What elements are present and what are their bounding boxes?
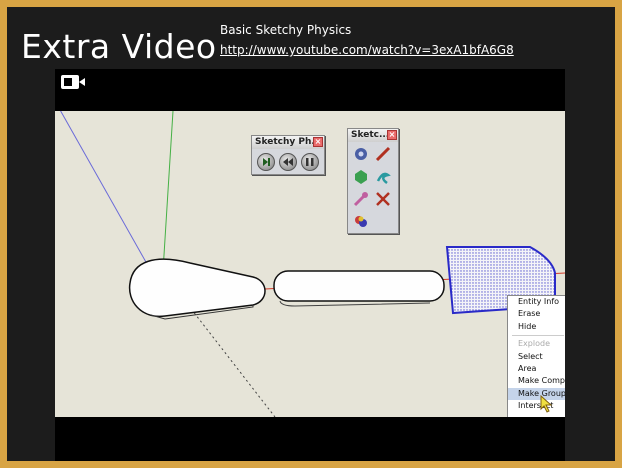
piston-icon[interactable] xyxy=(375,146,391,162)
menu-item-make-component[interactable]: Make Compone xyxy=(508,375,565,387)
dotted-axis xyxy=(184,300,276,417)
rewind-icon xyxy=(283,158,293,166)
context-menu: Entity Info Erase Hide Explode Select Ar… xyxy=(507,295,565,417)
close-icon[interactable]: × xyxy=(387,130,397,140)
slide-title: Extra Video xyxy=(21,27,217,66)
play-pause-button[interactable] xyxy=(257,153,275,171)
video-player[interactable]: Sketchy Ph... × Sketc... × Entity Info E… xyxy=(55,69,565,461)
video-title: Basic Sketchy Physics xyxy=(220,23,352,37)
mouse-cursor-icon xyxy=(540,395,553,413)
menu-item-hide[interactable]: Hide xyxy=(508,321,565,333)
slider-joint-icon[interactable] xyxy=(353,191,369,207)
menu-separator xyxy=(512,335,564,337)
pause-button[interactable] xyxy=(301,153,319,171)
close-icon[interactable]: × xyxy=(313,137,323,147)
hinge-icon[interactable] xyxy=(353,146,369,162)
menu-item-intersect[interactable]: Intersect xyxy=(508,400,565,412)
toolbar-title: Sketc... × xyxy=(348,129,398,142)
sketchup-viewport[interactable]: Sketchy Ph... × Sketc... × Entity Info E… xyxy=(55,111,565,417)
capsule-shape xyxy=(273,270,445,302)
menu-item-make-group[interactable]: Make Group xyxy=(508,387,565,401)
slide-frame: Extra Video Basic Sketchy Physics http:/… xyxy=(0,0,622,468)
joint-connector-icon[interactable] xyxy=(353,213,369,229)
video-link[interactable]: http://www.youtube.com/watch?v=3exA1bfA6… xyxy=(220,43,514,57)
sketchy-tools-toolbar: Sketc... × xyxy=(347,128,399,234)
menu-item-explode: Explode xyxy=(518,339,550,349)
rewind-button[interactable] xyxy=(279,153,297,171)
pause-icon xyxy=(306,158,314,166)
toolbar-title: Sketchy Ph... × xyxy=(252,136,324,149)
green-axis xyxy=(162,111,174,272)
servo-icon[interactable] xyxy=(353,169,369,185)
video-camera-icon[interactable] xyxy=(61,75,85,89)
menu-item-entity-info[interactable]: Entity Info xyxy=(508,296,565,308)
fixed-joint-icon[interactable] xyxy=(375,191,391,207)
play-icon xyxy=(263,158,270,166)
menu-item-select[interactable]: Select xyxy=(508,351,565,363)
blue-axis xyxy=(60,111,152,272)
sketchy-physics-toolbar: Sketchy Ph... × xyxy=(251,135,325,175)
menu-item-erase[interactable]: Erase xyxy=(508,308,565,320)
spring-icon[interactable] xyxy=(375,169,391,185)
menu-item-area[interactable]: Area xyxy=(508,363,565,375)
